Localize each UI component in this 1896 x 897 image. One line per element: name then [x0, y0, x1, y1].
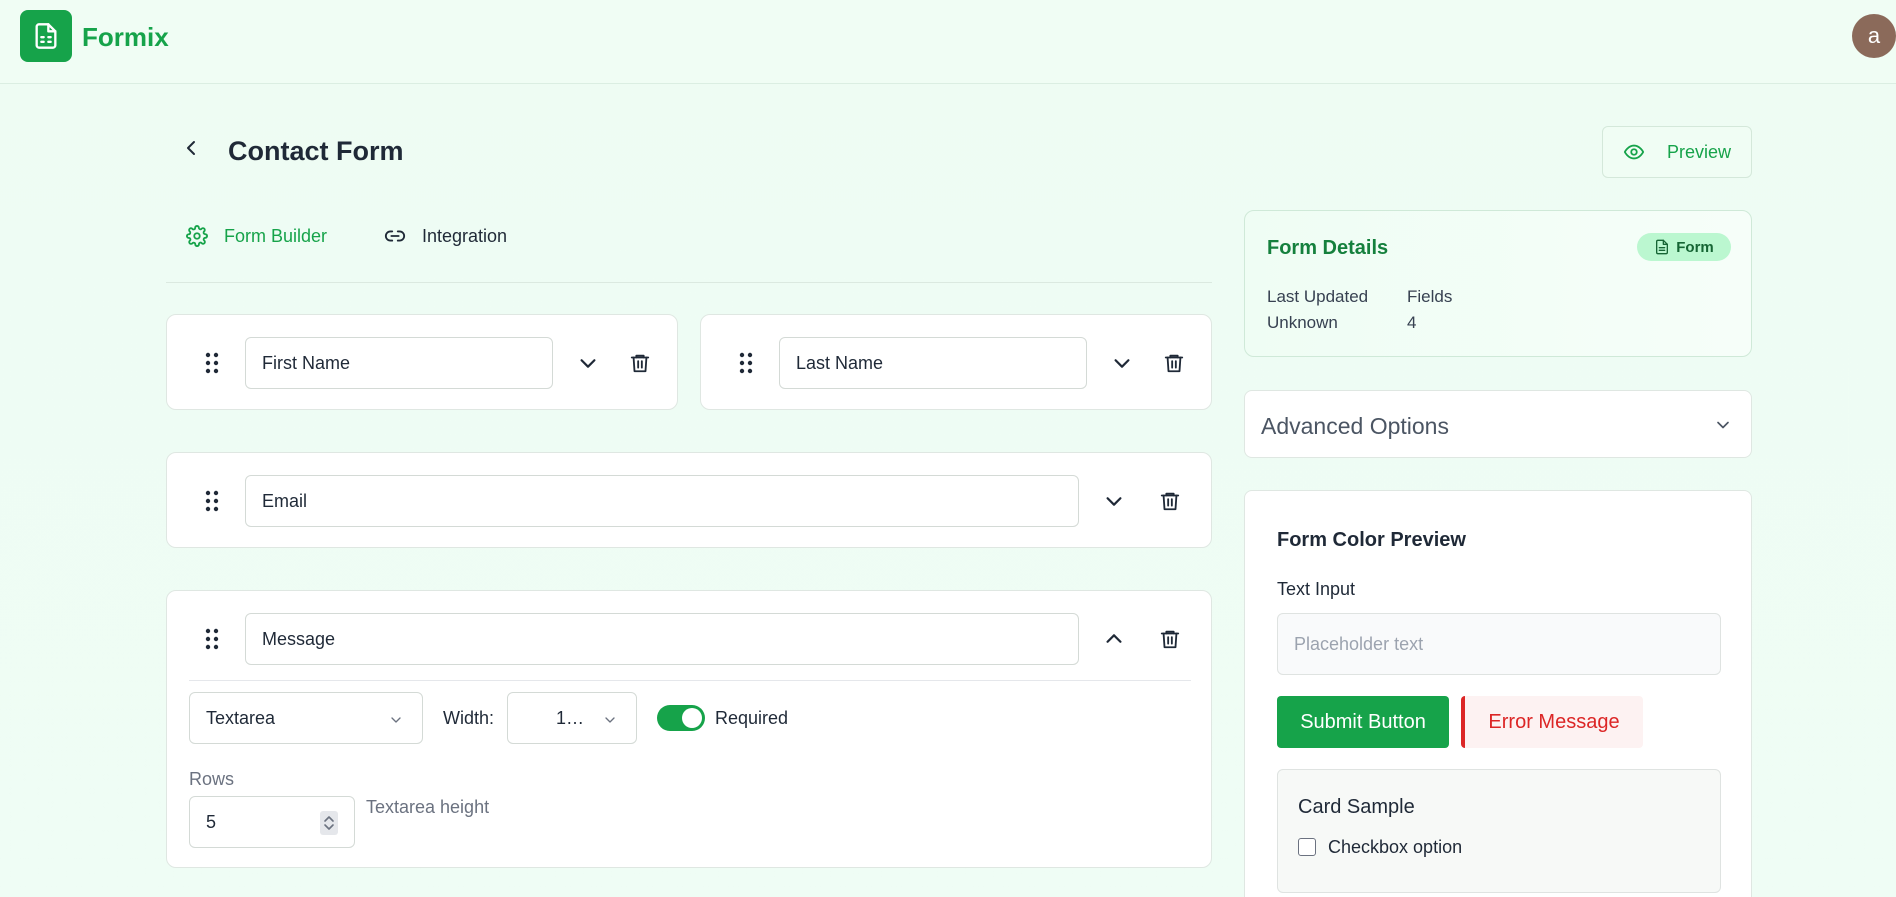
trash-icon	[1164, 354, 1184, 373]
width-value: 1…	[556, 707, 585, 728]
field-card-first-name: First Name	[166, 314, 678, 410]
field-name-input[interactable]: Last Name	[779, 337, 1087, 389]
card-sample: Card Sample Checkbox option	[1277, 769, 1721, 893]
form-badge: Form	[1637, 233, 1731, 261]
delete-button[interactable]	[1163, 352, 1185, 374]
toggle-knob	[682, 708, 702, 728]
rows-value: 5	[206, 811, 217, 832]
tab-divider	[166, 282, 1212, 283]
chevron-down-icon	[602, 712, 618, 728]
rows-input[interactable]: 5	[189, 796, 355, 848]
trash-icon	[1160, 492, 1180, 511]
trash-icon	[630, 354, 650, 373]
last-updated-label: Last Updated	[1267, 287, 1369, 306]
drag-handle-icon[interactable]	[205, 352, 219, 374]
drag-handle-icon[interactable]	[205, 490, 219, 512]
tab-label: Integration	[422, 225, 508, 246]
checkbox-label: Checkbox option	[1328, 837, 1463, 857]
required-label: Required	[715, 708, 789, 728]
app-header: Formix a	[0, 0, 1896, 84]
last-updated-value: Unknown	[1267, 313, 1338, 332]
width-label: Width:	[443, 708, 495, 728]
chevron-down-icon	[1713, 415, 1733, 435]
logo[interactable]	[20, 10, 72, 62]
tab-form-builder[interactable]: Form Builder	[186, 222, 327, 250]
sample-text-input[interactable]: Placeholder text	[1277, 613, 1721, 675]
fields-value: 4	[1407, 313, 1417, 332]
stepper-icon[interactable]	[320, 811, 338, 835]
chevron-down-icon	[1114, 359, 1130, 368]
sample-checkbox[interactable]	[1298, 838, 1316, 856]
submit-button[interactable]: Submit Button	[1277, 696, 1449, 748]
collapse-button[interactable]	[1103, 628, 1125, 650]
file-spreadsheet-icon	[35, 23, 57, 49]
brand-name: Formix	[82, 22, 169, 52]
advanced-options-toggle[interactable]: Advanced Options	[1244, 390, 1752, 458]
delete-button[interactable]	[1159, 490, 1181, 512]
details-title: Form Details	[1267, 237, 1389, 259]
trash-icon	[1160, 630, 1180, 649]
chevron-down-icon	[388, 712, 404, 728]
link-icon	[384, 225, 406, 247]
tab-integration[interactable]: Integration	[384, 222, 507, 250]
field-card-email: Email	[166, 452, 1212, 548]
field-type-value: Textarea	[206, 707, 276, 728]
eye-icon	[1623, 141, 1645, 163]
tab-label: Form Builder	[224, 225, 328, 246]
page-title: Contact Form	[228, 136, 404, 166]
chevron-up-icon	[1106, 634, 1122, 643]
rows-label: Rows	[189, 769, 235, 789]
form-details-card: Form Details Form Last Updated Unknown F…	[1244, 210, 1752, 357]
drag-handle-icon[interactable]	[739, 352, 753, 374]
chevron-down-icon	[580, 359, 596, 368]
field-card-message: Message Textarea Width: 1… Required Rows…	[166, 590, 1212, 868]
options-divider	[189, 680, 1191, 681]
chevron-down-icon	[1106, 497, 1122, 506]
preview-button[interactable]: Preview	[1602, 126, 1752, 178]
advanced-options-title: Advanced Options	[1261, 413, 1449, 439]
gear-icon	[186, 225, 208, 247]
expand-button[interactable]	[1111, 352, 1133, 374]
field-name-input[interactable]: Email	[245, 475, 1079, 527]
badge-label: Form	[1676, 238, 1714, 256]
field-name-input[interactable]: Message	[245, 613, 1079, 665]
text-input-label: Text Input	[1277, 579, 1356, 599]
back-button[interactable]	[180, 136, 204, 160]
expand-button[interactable]	[577, 352, 599, 374]
fields-label: Fields	[1407, 287, 1453, 306]
color-preview-title: Form Color Preview	[1277, 529, 1466, 551]
expand-button[interactable]	[1103, 490, 1125, 512]
field-card-last-name: Last Name	[700, 314, 1212, 410]
width-select[interactable]: 1…	[507, 692, 637, 744]
error-message: Error Message	[1461, 696, 1643, 748]
rows-hint: Textarea height	[366, 797, 490, 817]
preview-label: Preview	[1667, 141, 1732, 162]
field-name-input[interactable]: First Name	[245, 337, 553, 389]
color-preview-card: Form Color Preview Text Input Placeholde…	[1244, 490, 1752, 897]
drag-handle-icon[interactable]	[205, 628, 219, 650]
avatar[interactable]: a	[1852, 14, 1896, 58]
required-toggle[interactable]	[657, 705, 705, 731]
delete-button[interactable]	[629, 352, 651, 374]
file-icon	[1654, 239, 1670, 255]
chevron-left-icon	[187, 141, 195, 155]
card-sample-title: Card Sample	[1298, 796, 1415, 818]
field-type-select[interactable]: Textarea	[189, 692, 423, 744]
delete-button[interactable]	[1159, 628, 1181, 650]
